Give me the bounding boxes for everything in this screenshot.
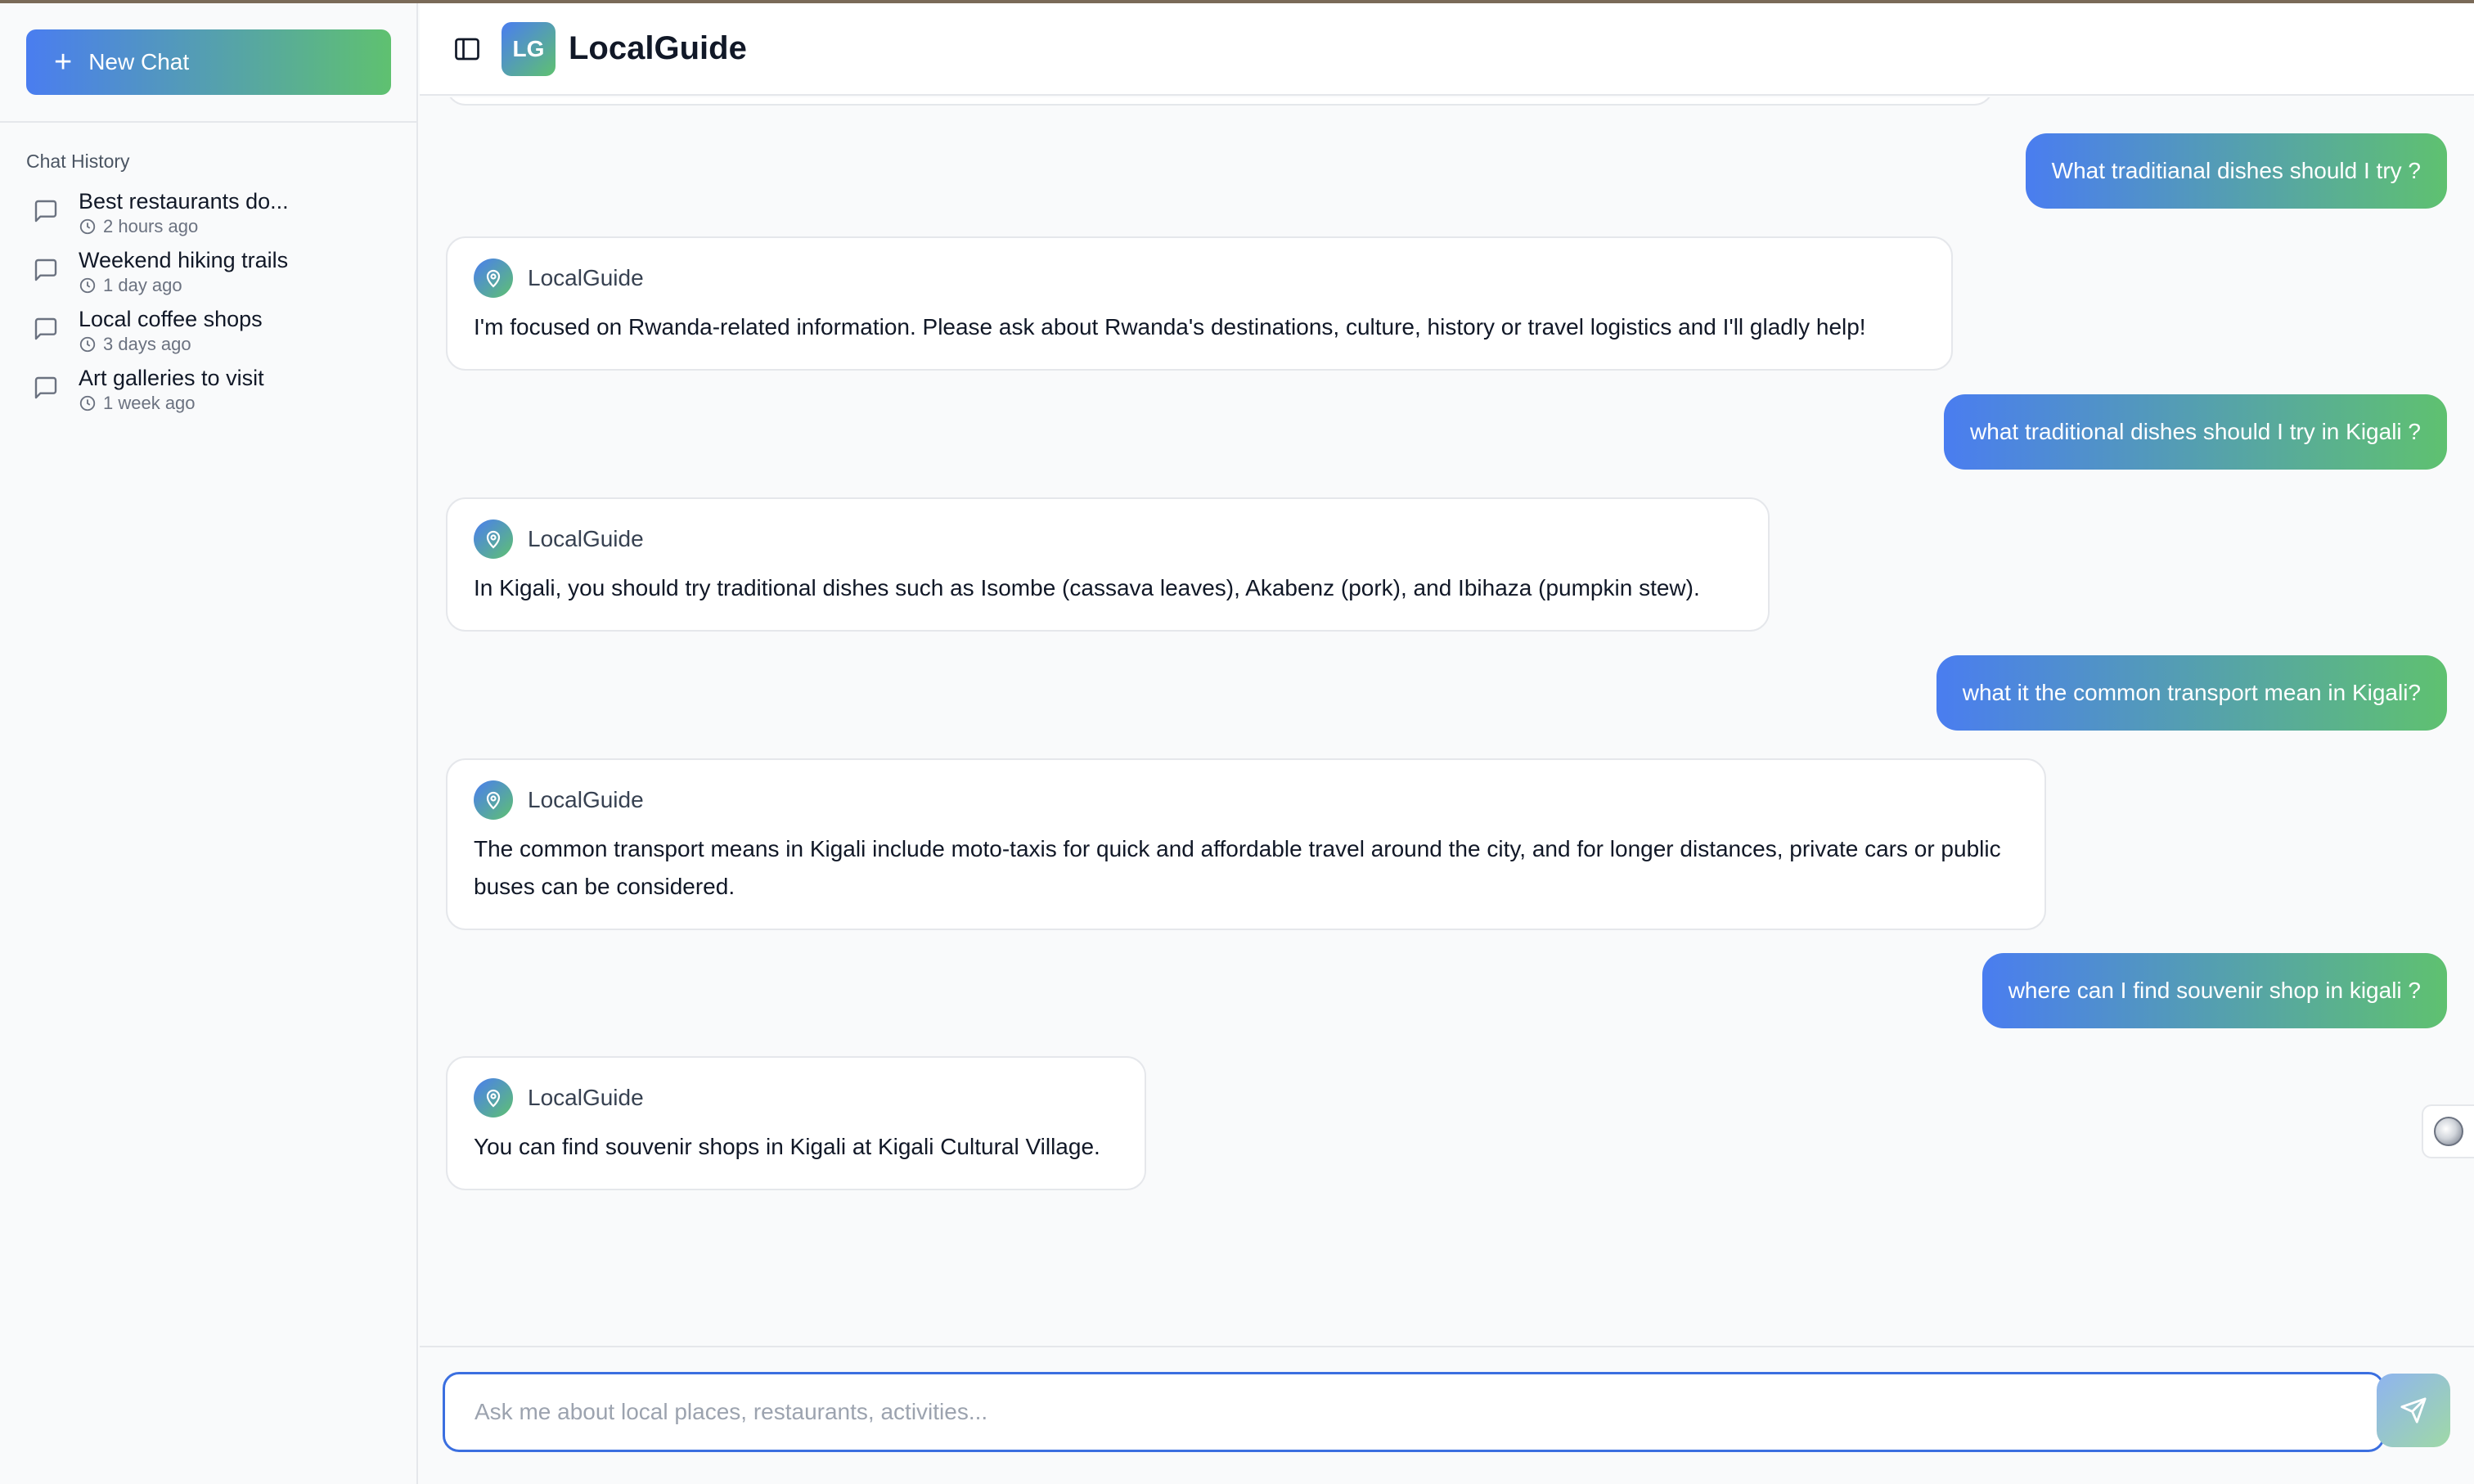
map-pin-icon [486, 269, 501, 288]
message-square-icon [34, 200, 57, 223]
previous-message-bubble [446, 97, 1994, 106]
history-item-coffee[interactable]: Local coffee shops 3 days ago [26, 304, 403, 363]
bot-message: LocalGuide In Kigali, you should try tra… [446, 497, 1770, 632]
user-message: what it the common transport mean in Kig… [1936, 655, 2447, 731]
message-square-icon [34, 376, 57, 399]
message-square-icon [34, 259, 57, 281]
clock-icon [79, 277, 96, 294]
bot-avatar [474, 1078, 513, 1117]
bot-sender-name: LocalGuide [528, 1085, 644, 1110]
send-icon [2400, 1397, 2427, 1423]
history-item-restaurants[interactable]: Best restaurants do... 2 hours ago [26, 187, 403, 245]
history-item-title: Art galleries to visit [79, 366, 264, 390]
bot-message: LocalGuide The common transport means in… [446, 758, 2046, 930]
bot-message-text: The common transport means in Kigali inc… [474, 836, 2001, 899]
bot-message-text: I'm focused on Rwanda-related informatio… [474, 314, 1866, 340]
history-item-hiking[interactable]: Weekend hiking trails 1 day ago [26, 245, 403, 304]
history-item-galleries[interactable]: Art galleries to visit 1 week ago [26, 363, 403, 422]
map-pin-icon [486, 530, 501, 549]
chat-history-heading: Chat History [26, 151, 130, 172]
message-composer [420, 1346, 2474, 1484]
history-item-time-text: 1 day ago [103, 275, 182, 295]
history-item-title: Weekend hiking trails [79, 248, 289, 272]
user-message: where can I find souvenir shop in kigali… [1981, 953, 2447, 1028]
history-item-time-text: 2 hours ago [103, 216, 199, 236]
sidebar: + New Chat Chat History Best restaurants… [0, 0, 418, 1484]
chat-messages: What traditianal dishes should I try ? L… [420, 97, 2474, 1344]
history-item-time: 1 day ago [79, 275, 288, 296]
floating-assistant-button[interactable] [2422, 1104, 2474, 1158]
window-top-border [0, 0, 2474, 3]
history-item-title: Local coffee shops [79, 307, 263, 331]
clock-icon [79, 336, 96, 353]
history-item-time-text: 1 week ago [103, 393, 196, 413]
user-message: what traditional dishes should I try in … [1944, 394, 2447, 470]
bot-sender-name: LocalGuide [528, 787, 644, 812]
send-button[interactable] [2377, 1374, 2450, 1447]
history-item-time: 1 week ago [79, 393, 264, 414]
map-pin-icon [486, 1089, 501, 1108]
app-header: LG LocalGuide [420, 3, 2474, 96]
history-item-time: 3 days ago [79, 334, 263, 355]
sidebar-toggle-icon[interactable] [452, 34, 482, 64]
assistant-orb-icon [2434, 1117, 2463, 1146]
bot-sender-name: LocalGuide [528, 265, 644, 290]
bot-sender-name: LocalGuide [528, 526, 644, 551]
message-input[interactable] [443, 1372, 2385, 1452]
sidebar-divider [0, 121, 418, 123]
bot-avatar [474, 519, 513, 559]
clock-icon [79, 395, 96, 411]
user-message: What traditianal dishes should I try ? [2025, 133, 2447, 209]
plus-icon: + [54, 45, 73, 79]
chat-history-list: Best restaurants do... 2 hours ago Weeke… [26, 187, 403, 422]
bot-message: LocalGuide I'm focused on Rwanda-related… [446, 236, 1953, 371]
history-item-time: 2 hours ago [79, 216, 289, 237]
map-pin-icon [486, 791, 501, 810]
history-item-time-text: 3 days ago [103, 334, 191, 354]
bot-message-text: You can find souvenir shops in Kigali at… [474, 1134, 1100, 1159]
message-square-icon [34, 317, 57, 340]
bot-avatar [474, 259, 513, 298]
app-title: LocalGuide [569, 30, 747, 66]
app-logo: LG [502, 21, 556, 76]
new-chat-label: New Chat [88, 49, 190, 74]
bot-message-text: In Kigali, you should try traditional di… [474, 575, 1700, 600]
bot-avatar [474, 780, 513, 820]
clock-icon [79, 218, 96, 235]
new-chat-button[interactable]: + New Chat [26, 29, 391, 95]
bot-message: LocalGuide You can find souvenir shops i… [446, 1056, 1146, 1190]
history-item-title: Best restaurants do... [79, 189, 289, 214]
